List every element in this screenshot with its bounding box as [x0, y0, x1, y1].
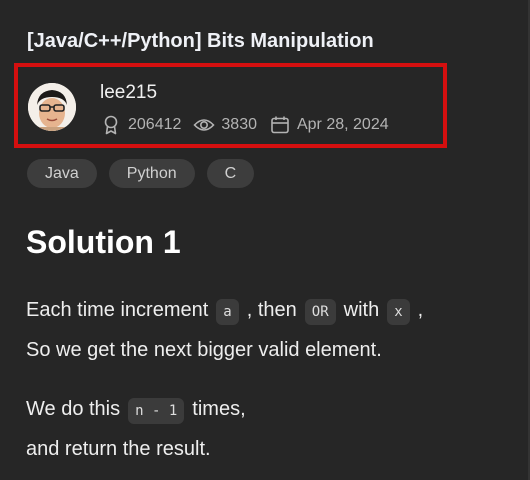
- tag-java[interactable]: Java: [27, 159, 97, 188]
- author-meta: 206412 3830 Apr 28, 2024: [100, 114, 401, 136]
- paragraph-1-line-2: So we get the next bigger valid element.: [26, 339, 382, 361]
- paragraph-2-line-1: We do this n - 1 times,: [26, 389, 246, 429]
- reputation-count: 206412: [128, 116, 182, 133]
- eye-icon: [193, 114, 215, 136]
- paragraph-1: Each time increment a , then OR with x, So we…: [26, 290, 423, 370]
- text-span: , then: [246, 299, 297, 321]
- author-card: lee215 206412 3830 Apr 28, 2024: [14, 63, 447, 148]
- inline-code-x: x: [387, 299, 410, 325]
- text-span: with: [343, 299, 380, 321]
- author-avatar[interactable]: [28, 83, 76, 131]
- paragraph-2-line-2: and return the result.: [26, 438, 211, 460]
- tag-c[interactable]: C: [206, 159, 255, 188]
- text-span: times,: [192, 398, 246, 420]
- inline-code-n-minus-1: n - 1: [128, 398, 185, 424]
- text-span: We do this: [26, 398, 121, 420]
- text-span: ,: [417, 299, 424, 321]
- post-title: [Java/C++/Python] Bits Manipulation: [27, 30, 374, 52]
- avatar-image: [28, 83, 76, 131]
- view-count: 3830: [221, 116, 257, 133]
- badge-icon: [100, 114, 122, 136]
- tag-list: Java Python C: [27, 159, 255, 188]
- author-name[interactable]: lee215: [100, 82, 157, 104]
- post-date: Apr 28, 2024: [296, 116, 389, 133]
- text-span: Each time increment: [26, 299, 209, 321]
- paragraph-1-line-1: Each time increment a , then OR with x,: [26, 290, 423, 330]
- solution-heading: Solution 1: [26, 224, 181, 260]
- inline-code-a: a: [216, 299, 239, 325]
- paragraph-2: We do this n - 1 times, and return the res…: [26, 389, 246, 469]
- inline-code-or: OR: [304, 299, 336, 325]
- tag-python[interactable]: Python: [108, 159, 195, 188]
- calendar-icon: [269, 114, 291, 136]
